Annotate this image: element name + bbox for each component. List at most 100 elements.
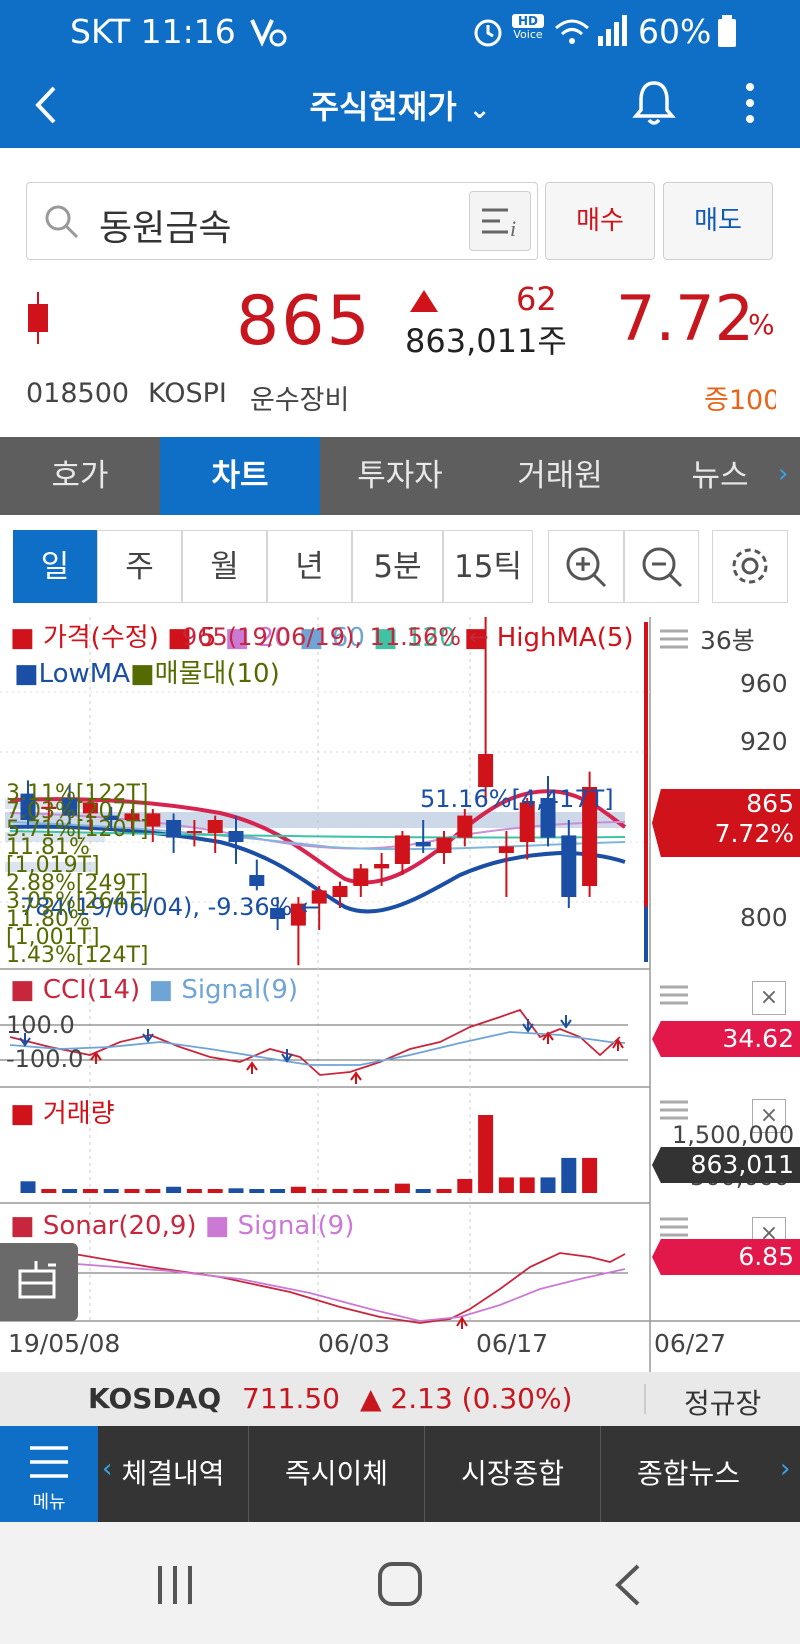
hd-voice-icon: HD Voice bbox=[512, 14, 544, 41]
period-year[interactable]: 년 bbox=[267, 530, 352, 603]
volume-bar bbox=[457, 1178, 473, 1193]
candle-icon bbox=[28, 292, 48, 344]
zoom-out-button[interactable] bbox=[624, 530, 699, 603]
stock-search-field[interactable]: 동원금속 i bbox=[26, 182, 538, 260]
tab-bar: 호가 차트 투자자 거래원 뉴스 › bbox=[0, 437, 800, 515]
volume-bar bbox=[415, 1189, 431, 1193]
candle-body bbox=[561, 835, 577, 897]
stock-sector: 운수장비 bbox=[250, 385, 350, 416]
period-day[interactable]: 일 bbox=[13, 530, 97, 603]
layout-switch-icon bbox=[18, 1261, 56, 1299]
volume-bar bbox=[249, 1189, 265, 1193]
wifi-icon bbox=[555, 19, 589, 44]
period-month[interactable]: 월 bbox=[182, 530, 267, 603]
market-session: 정규장 bbox=[684, 1387, 762, 1420]
cci-level-high: 100.0 bbox=[6, 1011, 75, 1039]
system-back-icon[interactable] bbox=[608, 1562, 648, 1608]
index-ticker[interactable]: KOSDAQ 711.50 ▲ 2.13 (0.30%) 정규장 bbox=[0, 1372, 800, 1426]
tab-news[interactable]: 뉴스 bbox=[640, 437, 800, 515]
candle-body bbox=[415, 842, 431, 847]
volume-bar bbox=[186, 1189, 202, 1193]
tab-scroll-right-icon[interactable]: › bbox=[778, 459, 788, 489]
current-price: 865 bbox=[236, 282, 372, 361]
tab-investor[interactable]: 투자자 bbox=[320, 437, 480, 515]
menu-item-transfer[interactable]: 즉시이체 bbox=[248, 1426, 424, 1522]
candle-body bbox=[332, 886, 348, 897]
candle-body bbox=[353, 868, 369, 886]
volume-bar bbox=[103, 1189, 119, 1193]
volume-bar bbox=[436, 1189, 452, 1193]
menu-item-market[interactable]: 시장종합 bbox=[424, 1426, 600, 1522]
sell-button[interactable]: 매도 bbox=[663, 182, 773, 260]
y-tick: 960 bbox=[740, 669, 788, 698]
volume-bar bbox=[62, 1189, 78, 1193]
home-icon[interactable] bbox=[376, 1560, 424, 1608]
menu-item-executions[interactable]: 체결내역 bbox=[98, 1426, 248, 1522]
margin-rate: 증100 bbox=[704, 385, 776, 416]
candle bbox=[498, 831, 514, 897]
volume-bar bbox=[498, 1177, 514, 1193]
candle-body bbox=[374, 864, 390, 869]
cci-legend: ■ CCI(14) ■ Signal(9) bbox=[10, 975, 299, 1005]
period-week[interactable]: 주 bbox=[97, 530, 182, 603]
chart-area[interactable]: ■ 가격(수정) ■ 5 ■ 20 ■ 60 ■ 120 ■ HighMA(5)… bbox=[0, 617, 800, 1372]
chart-layout-button[interactable] bbox=[0, 1243, 78, 1321]
battery-icon bbox=[718, 15, 736, 47]
menu-button[interactable]: 메뉴 bbox=[0, 1426, 98, 1522]
volume-bar bbox=[124, 1189, 140, 1193]
volume-profile-labels: 3.11%[122T] 7.03%[207T] 5.71%[120T] 11.8… bbox=[6, 781, 149, 968]
stock-market: KOSPI bbox=[148, 378, 227, 409]
current-price-marker: 865 7.72% bbox=[652, 789, 800, 857]
cci-level-low: -100.0 bbox=[6, 1045, 84, 1073]
tab-orderbook[interactable]: 호가 bbox=[0, 437, 160, 515]
trade-volume: 863,011주 bbox=[405, 322, 567, 360]
volume-bar bbox=[332, 1189, 348, 1193]
status-bar: SKT 11:16 HD Voice 60% bbox=[0, 0, 800, 62]
period-5min[interactable]: 5분 bbox=[352, 530, 443, 603]
stock-list-button[interactable]: i bbox=[469, 191, 531, 251]
more-options-icon[interactable] bbox=[740, 80, 760, 126]
recent-apps-icon[interactable] bbox=[150, 1562, 200, 1608]
index-value: 711.50 bbox=[242, 1382, 340, 1415]
candle-body bbox=[228, 831, 244, 842]
x-tick: 19/05/08 bbox=[8, 1329, 121, 1358]
search-icon bbox=[45, 205, 79, 239]
bar-count: 36봉 bbox=[700, 626, 755, 655]
change-rate: 7.72 bbox=[616, 282, 755, 355]
index-change: ▲ 2.13 (0.30%) bbox=[360, 1382, 573, 1415]
candle-body bbox=[436, 837, 452, 853]
buy-button[interactable]: 매수 bbox=[545, 182, 655, 260]
divider bbox=[644, 1384, 646, 1414]
volume-bar bbox=[145, 1189, 161, 1193]
y-tick: 800 bbox=[740, 903, 788, 932]
screen-title[interactable]: 주식현재가 ⌄ bbox=[0, 82, 800, 128]
volume-bar bbox=[394, 1183, 410, 1193]
zoom-in-button[interactable] bbox=[548, 530, 624, 603]
search-value: 동원금속 bbox=[99, 208, 232, 249]
menu-item-news[interactable]: 종합뉴스 bbox=[600, 1426, 776, 1522]
bell-icon[interactable] bbox=[632, 78, 676, 128]
high-annotation: 965(19/06/19), 11.56% ← bbox=[182, 623, 489, 651]
period-toolbar: 일 주 월 년 5분 15틱 bbox=[0, 515, 800, 617]
volume-bar bbox=[82, 1189, 98, 1193]
sonar-legend: ■ Sonar(20,9) ■ Signal(9) bbox=[10, 1211, 355, 1241]
volume-bar bbox=[41, 1189, 57, 1193]
volume-bar bbox=[228, 1188, 244, 1193]
period-15tick[interactable]: 15틱 bbox=[443, 530, 533, 603]
signal-icon bbox=[598, 15, 627, 46]
menu-scroll-right-icon[interactable]: › bbox=[780, 1454, 790, 1484]
tab-broker[interactable]: 거래원 bbox=[480, 437, 640, 515]
x-tick: 06/27 bbox=[654, 1329, 727, 1358]
close-cci-icon[interactable]: × bbox=[752, 981, 786, 1015]
chart-settings-button[interactable] bbox=[712, 530, 788, 603]
x-tick: 06/03 bbox=[318, 1329, 391, 1358]
volume-bar bbox=[166, 1186, 182, 1193]
candle bbox=[332, 881, 348, 908]
candle-body bbox=[249, 875, 265, 886]
gear-icon bbox=[732, 548, 768, 584]
volume-y-tick: 1,500,000 bbox=[672, 1121, 795, 1149]
menu-label: 메뉴 bbox=[32, 1492, 66, 1513]
volume-bar bbox=[561, 1157, 577, 1193]
stock-code: 018500 bbox=[26, 378, 130, 409]
tab-chart[interactable]: 차트 bbox=[160, 437, 320, 515]
